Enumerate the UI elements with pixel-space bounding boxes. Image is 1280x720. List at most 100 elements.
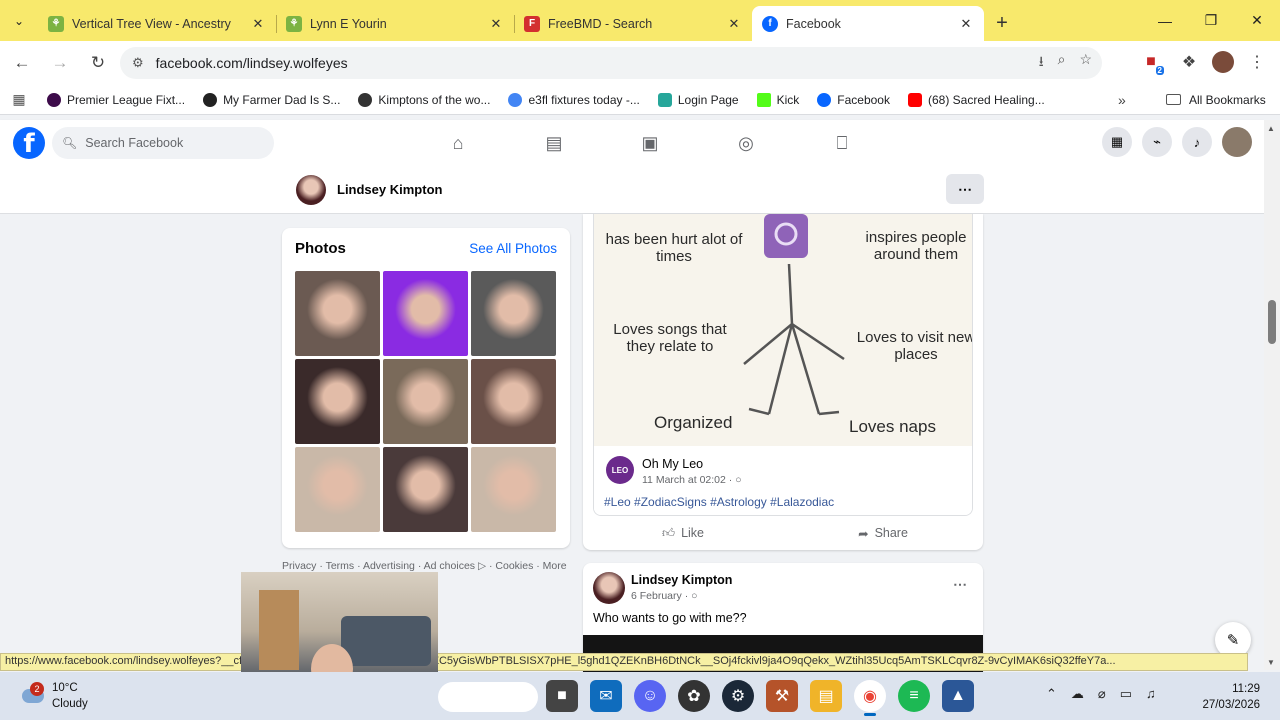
bookmark-farmer-dad[interactable]: My Farmer Dad Is S... (194, 92, 349, 107)
weather-widget[interactable]: 2 10°C Cloudy (22, 680, 88, 712)
page-scrollbar[interactable]: ▲ ▼ (1264, 120, 1280, 670)
browser-tab-freebmd[interactable]: F FreeBMD - Search ✕ (514, 6, 752, 41)
app-icon[interactable]: ✿ (678, 680, 710, 712)
notifications-bell-icon[interactable]: ♪ (1182, 127, 1212, 157)
reload-icon[interactable]: ↻ (80, 45, 116, 81)
profile-avatar[interactable] (1212, 51, 1234, 73)
bookmark-premier-league[interactable]: Premier League Fixt... (38, 92, 194, 107)
facebook-search-input[interactable]: 🔍︎ Search Facebook (52, 127, 274, 159)
all-bookmarks-button[interactable]: All Bookmarks (1166, 93, 1266, 107)
post-more-options-icon[interactable]: ⋯ (953, 576, 967, 593)
zoom-icon[interactable]: ⌕ (1058, 51, 1066, 75)
bookmark-e3fl[interactable]: e3fl fixtures today -... (499, 92, 648, 107)
photo-thumbnail[interactable] (471, 447, 556, 532)
tab-search-icon[interactable]: ⌄ (0, 0, 38, 41)
author-avatar[interactable] (593, 572, 625, 604)
system-clock[interactable]: 11:29 27/03/2026 (1202, 681, 1260, 713)
photo-thumbnail[interactable] (471, 359, 556, 444)
more-bookmarks-chevron-icon[interactable]: » (1118, 92, 1126, 108)
source-page-name[interactable]: Oh My Leo (642, 457, 703, 471)
volume-icon[interactable]: ♫ (1146, 686, 1156, 702)
taskbar-search-box[interactable] (438, 682, 538, 712)
new-tab-button[interactable]: + (984, 6, 1020, 41)
close-tab-icon[interactable]: ✕ (726, 16, 742, 32)
address-url[interactable]: facebook.com/lindsey.wolfeyes (156, 55, 348, 71)
photo-thumbnail[interactable] (383, 359, 468, 444)
like-button[interactable]: 👍︎ Like (583, 519, 783, 547)
menu-grid-icon[interactable]: ▦ (1102, 127, 1132, 157)
photo-thumbnail[interactable] (471, 271, 556, 356)
microphone-icon[interactable]: ⌀ (1098, 686, 1106, 702)
apps-grid-icon[interactable]: ▦ (0, 91, 38, 108)
more-link[interactable]: More (543, 560, 567, 572)
outlook-icon[interactable]: ✉ (590, 680, 622, 712)
privacy-link[interactable]: Privacy (282, 560, 316, 572)
bookmark-kick[interactable]: Kick (748, 92, 809, 107)
extension-shield-icon[interactable]: ■ 2 (1136, 47, 1166, 77)
hashtags[interactable]: #Leo #ZodiacSigns #Astrology #Lalazodiac (604, 495, 834, 509)
spotify-icon[interactable]: ≡ (898, 680, 930, 712)
profile-avatar[interactable] (296, 175, 326, 205)
gaming-icon[interactable]: ⎕ (794, 120, 890, 166)
ad-choices-link[interactable]: Ad choices (424, 560, 475, 572)
scroll-up-arrow-icon[interactable]: ▲ (1267, 124, 1275, 133)
address-bar[interactable]: ⚙ facebook.com/lindsey.wolfeyes ⭳ ⌕ ☆ (120, 47, 1102, 79)
forward-icon[interactable]: → (42, 45, 78, 81)
minimize-icon[interactable]: — (1142, 0, 1188, 41)
onedrive-cloud-icon[interactable]: ☁ (1071, 686, 1084, 702)
photo-thumbnail[interactable] (295, 359, 380, 444)
groups-icon[interactable]: ◎ (698, 120, 794, 166)
video-icon[interactable]: ▤ (506, 120, 602, 166)
advertising-link[interactable]: Advertising (363, 560, 415, 572)
install-app-icon[interactable]: ⭳ (1039, 51, 1044, 75)
bookmark-sacred-healing[interactable]: (68) Sacred Healing... (899, 92, 1054, 107)
restore-icon[interactable]: ❐ (1188, 0, 1234, 41)
terms-link[interactable]: Terms (326, 560, 355, 572)
scrollbar-thumb[interactable] (1268, 300, 1276, 344)
site-info-icon[interactable]: ⚙ (132, 55, 144, 71)
see-all-photos-link[interactable]: See All Photos (469, 241, 557, 256)
close-tab-icon[interactable]: ✕ (488, 16, 504, 32)
photo-thumbnail[interactable] (383, 271, 468, 356)
facebook-logo-icon[interactable]: f (13, 127, 45, 159)
browser-tab-lynn[interactable]: ⚘ Lynn E Yourin ✕ (276, 6, 514, 41)
bookmark-kimptons[interactable]: Kimptons of the wo... (349, 92, 499, 107)
tray-overflow-chevron-icon[interactable]: ⌃ (1046, 686, 1057, 702)
bookmark-star-icon[interactable]: ☆ (1079, 51, 1092, 75)
back-icon[interactable]: ← (4, 45, 40, 81)
messenger-icon[interactable]: ⌁ (1142, 127, 1172, 157)
discord-icon[interactable]: ☺ (634, 680, 666, 712)
browser-tab-ancestry[interactable]: ⚘ Vertical Tree View - Ancestry ✕ (38, 6, 276, 41)
oh-my-leo-avatar[interactable]: LEO (606, 456, 634, 484)
close-tab-icon[interactable]: ✕ (250, 16, 266, 32)
file-explorer-icon[interactable]: ▤ (810, 680, 842, 712)
scroll-down-arrow-icon[interactable]: ▼ (1267, 658, 1275, 667)
photo-thumbnail[interactable] (295, 447, 380, 532)
app-icon[interactable]: ▲ (942, 680, 974, 712)
task-view-icon[interactable]: ■ (546, 680, 578, 712)
chrome-menu-icon[interactable]: ⋮ (1242, 47, 1272, 77)
profile-more-options-button[interactable]: ⋯ (946, 174, 984, 204)
cookies-link[interactable]: Cookies (495, 560, 533, 572)
shared-post-attachment[interactable]: has been hurt alot of times inspires peo… (593, 214, 973, 516)
chrome-icon[interactable]: ◉ (854, 680, 886, 716)
steam-icon[interactable]: ⚙ (722, 680, 754, 712)
close-window-icon[interactable]: ✕ (1234, 0, 1280, 41)
close-tab-icon[interactable]: ✕ (958, 16, 974, 32)
bookmark-facebook[interactable]: Facebook (808, 92, 899, 107)
home-icon[interactable]: ⌂ (410, 120, 506, 166)
network-icon[interactable]: ▭ (1120, 686, 1132, 702)
post-date[interactable]: 6 February · ○ (631, 590, 697, 602)
extensions-puzzle-icon[interactable]: ❖ (1174, 47, 1204, 77)
bookmark-login-page[interactable]: Login Page (649, 92, 748, 107)
account-avatar[interactable] (1222, 127, 1252, 157)
browser-tab-facebook[interactable]: f Facebook ✕ (752, 6, 984, 41)
source-post-date[interactable]: 11 March at 02:02 · ○ (642, 474, 742, 486)
photo-thumbnail[interactable] (383, 447, 468, 532)
photo-thumbnail[interactable] (295, 271, 380, 356)
app-icon[interactable]: ⚒ (766, 680, 798, 712)
post-author-name[interactable]: Lindsey Kimpton (631, 573, 732, 587)
marketplace-icon[interactable]: ▣ (602, 120, 698, 166)
share-button[interactable]: ➦ Share (783, 519, 983, 547)
profile-name[interactable]: Lindsey Kimpton (337, 182, 442, 197)
